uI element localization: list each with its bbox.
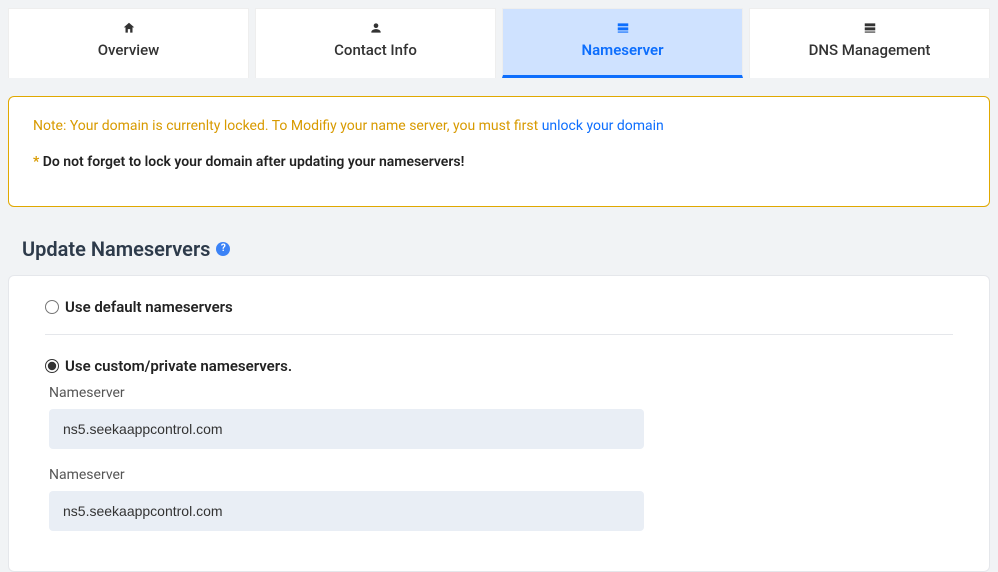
radio-default-label: Use default nameservers xyxy=(65,298,233,316)
nameserver-field-1: Nameserver xyxy=(49,385,953,449)
help-icon[interactable]: ? xyxy=(216,242,230,256)
nameserver-label: Nameserver xyxy=(49,467,953,483)
nameserver-field-2: Nameserver xyxy=(49,467,953,531)
alert-reminder-text: Do not forget to lock your domain after … xyxy=(43,154,465,170)
server-icon xyxy=(616,21,630,35)
radio-default-input[interactable] xyxy=(45,300,59,314)
section-title-text: Update Nameservers xyxy=(22,237,210,261)
domain-lock-alert: Note: Your domain is currenlty locked. T… xyxy=(8,96,990,207)
unlock-domain-link[interactable]: unlock your domain xyxy=(542,118,664,134)
radio-custom-label: Use custom/private nameservers. xyxy=(65,357,292,375)
tab-label: DNS Management xyxy=(809,41,931,59)
nameserver-input-1[interactable] xyxy=(49,409,644,449)
tab-dns-management[interactable]: DNS Management xyxy=(749,8,990,78)
divider xyxy=(45,334,953,335)
radio-custom-input[interactable] xyxy=(45,359,59,373)
nameserver-label: Nameserver xyxy=(49,385,953,401)
tab-overview[interactable]: Overview xyxy=(8,8,249,78)
page-title: Update Nameservers ? xyxy=(22,237,990,261)
tab-label: Contact Info xyxy=(334,41,417,59)
radio-custom-nameservers[interactable]: Use custom/private nameservers. xyxy=(45,357,953,375)
tab-label: Overview xyxy=(98,41,160,59)
alert-note-text: Note: Your domain is currenlty locked. T… xyxy=(33,118,542,134)
user-icon xyxy=(369,21,383,35)
tab-contact-info[interactable]: Contact Info xyxy=(255,8,496,78)
tabs-bar: Overview Contact Info Nameserver DNS Man… xyxy=(0,0,998,78)
tab-label: Nameserver xyxy=(582,41,664,59)
tab-nameserver[interactable]: Nameserver xyxy=(502,8,743,78)
nameserver-input-2[interactable] xyxy=(49,491,644,531)
server-icon xyxy=(863,21,877,35)
home-icon xyxy=(122,21,136,35)
content-area: Note: Your domain is currenlty locked. T… xyxy=(0,96,998,572)
radio-default-nameservers[interactable]: Use default nameservers xyxy=(45,298,953,316)
asterisk-icon: * xyxy=(33,154,39,170)
nameserver-panel: Use default nameservers Use custom/priva… xyxy=(8,275,990,572)
